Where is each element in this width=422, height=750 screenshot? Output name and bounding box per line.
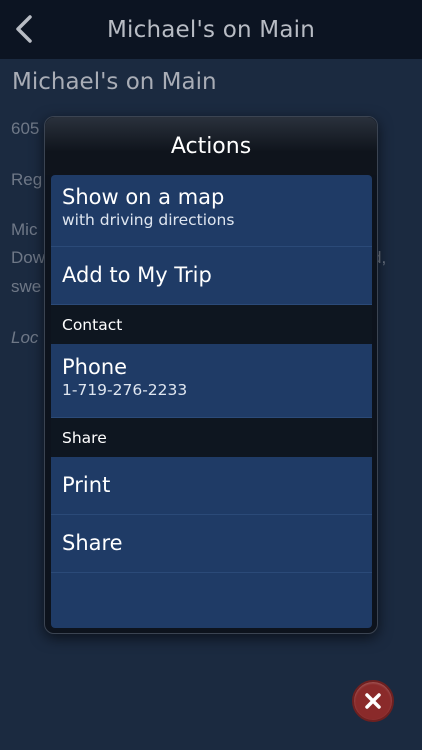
section-header-contact: Contact [51,305,372,344]
popover-title: Actions [45,117,377,175]
share-item[interactable]: Share [51,515,372,573]
add-to-trip-label: Add to My Trip [62,263,212,287]
phone-number: 1-719-276-2233 [62,381,188,399]
navigation-bar: Michael's on Main [0,0,422,59]
show-on-map-item[interactable]: Show on a map with driving directions [51,175,372,247]
actions-list: Show on a map with driving directions Ad… [51,175,372,628]
show-on-map-label: Show on a map [62,185,225,209]
region-text: Reg [11,170,43,189]
close-button[interactable] [352,680,394,722]
chevron-left-icon [16,15,32,43]
actions-popover: Actions Show on a map with driving direc… [44,116,378,634]
print-item[interactable]: Print [51,457,372,515]
phone-item[interactable]: Phone 1-719-276-2233 [51,344,372,418]
section-header-share: Share [51,418,372,457]
location-text: Loc [11,328,39,347]
description-line-3: swe [11,277,42,296]
print-label: Print [62,473,111,497]
empty-row [51,573,372,628]
description-line-1: Mic [11,220,38,239]
close-icon [365,693,381,709]
address-text: 605 [11,119,40,138]
back-button[interactable] [6,8,42,50]
share-label: Share [62,531,123,555]
description-line-2: Dow [11,248,46,267]
nav-title: Michael's on Main [107,16,315,43]
add-to-trip-item[interactable]: Add to My Trip [51,247,372,305]
page-heading: Michael's on Main [12,69,217,95]
show-on-map-sublabel: with driving directions [62,211,235,229]
phone-label: Phone [62,355,128,379]
